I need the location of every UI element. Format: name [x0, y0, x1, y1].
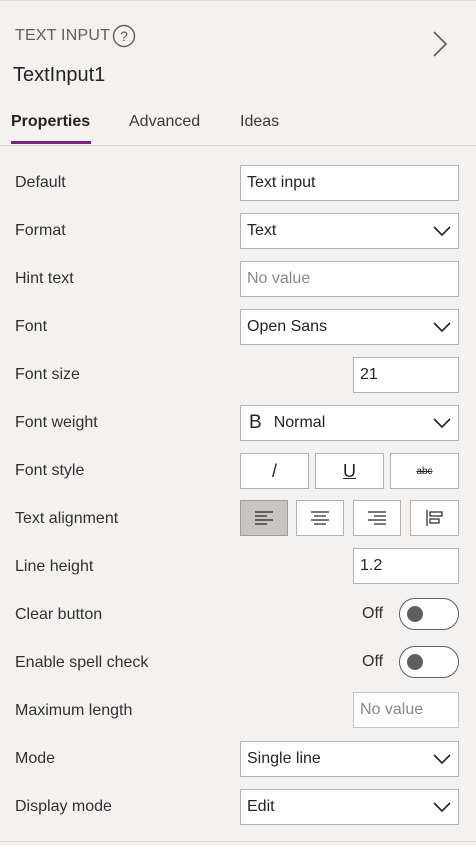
underline-button[interactable]: U: [315, 453, 384, 489]
chevron-down-icon: [433, 418, 451, 429]
mode-value: Single line: [247, 750, 321, 767]
control-type-label: TEXT INPUT: [15, 27, 111, 44]
font-weight-label: Font weight: [15, 414, 98, 431]
bold-glyph-icon: B: [249, 412, 262, 433]
tab-advanced[interactable]: Advanced: [129, 113, 200, 131]
chevron-down-icon: [433, 754, 451, 765]
max-length-input[interactable]: [360, 701, 458, 719]
align-justify-button[interactable]: [410, 500, 459, 536]
font-weight-value: Normal: [273, 414, 326, 431]
underline-icon: U: [343, 460, 356, 481]
hint-text-input[interactable]: [247, 270, 458, 288]
font-weight-dropdown[interactable]: B Normal: [240, 405, 459, 441]
line-height-value: 1.2: [360, 557, 383, 574]
mode-dropdown[interactable]: Single line: [240, 741, 459, 777]
strikethrough-button[interactable]: abc: [390, 453, 459, 489]
max-length-field[interactable]: [353, 692, 459, 728]
font-label: Font: [15, 318, 48, 335]
strikethrough-icon: abc: [416, 465, 433, 477]
align-center-button[interactable]: [296, 500, 344, 536]
format-dropdown[interactable]: Text: [240, 213, 459, 249]
default-input[interactable]: Text input: [240, 165, 459, 201]
mode-label: Mode: [15, 750, 56, 767]
spell-check-label: Enable spell check: [15, 654, 149, 671]
align-left-icon: [255, 511, 273, 525]
align-right-button[interactable]: [353, 500, 401, 536]
tabs-divider: [0, 145, 476, 146]
italic-button[interactable]: /: [240, 453, 309, 489]
clear-button-toggle[interactable]: [399, 598, 459, 630]
font-size-label: Font size: [15, 366, 80, 383]
clear-button-label: Clear button: [15, 606, 103, 623]
font-dropdown[interactable]: Open Sans: [240, 309, 459, 345]
top-border: [0, 0, 476, 1]
chevron-down-icon: [433, 802, 451, 813]
font-size-value: 21: [360, 366, 378, 383]
clear-button-state: Off: [362, 605, 384, 622]
default-label: Default: [15, 174, 66, 191]
text-alignment-label: Text alignment: [15, 510, 119, 527]
font-size-input[interactable]: 21: [353, 357, 459, 393]
spell-check-state: Off: [362, 653, 384, 670]
active-tab-indicator: [11, 141, 91, 144]
font-style-label: Font style: [15, 462, 85, 479]
font-value: Open Sans: [247, 318, 328, 335]
line-height-input[interactable]: 1.2: [353, 548, 459, 584]
tab-ideas[interactable]: Ideas: [240, 113, 279, 131]
toggle-knob: [407, 654, 423, 670]
hint-text-label: Hint text: [15, 270, 74, 287]
align-center-icon: [311, 511, 329, 525]
line-height-label: Line height: [15, 558, 94, 575]
format-label: Format: [15, 222, 66, 239]
toggle-knob: [407, 606, 423, 622]
hint-text-field[interactable]: [240, 261, 459, 297]
align-right-icon: [368, 511, 386, 525]
align-left-button[interactable]: [240, 500, 288, 536]
display-mode-label: Display mode: [15, 798, 112, 815]
italic-icon: /: [271, 460, 277, 481]
svg-text:?: ?: [120, 28, 128, 44]
default-value: Text input: [247, 174, 316, 191]
bottom-border: [0, 841, 476, 842]
max-length-label: Maximum length: [15, 702, 133, 719]
display-mode-value: Edit: [247, 798, 275, 815]
format-value: Text: [247, 222, 277, 239]
chevron-down-icon: [433, 322, 451, 333]
tab-properties[interactable]: Properties: [11, 113, 90, 131]
help-circle-icon[interactable]: ?: [112, 24, 136, 48]
spell-check-toggle[interactable]: [399, 646, 459, 678]
chevron-down-icon: [433, 226, 451, 237]
display-mode-dropdown[interactable]: Edit: [240, 789, 459, 825]
align-justify-icon: [425, 510, 443, 526]
chevron-right-icon[interactable]: [430, 30, 450, 58]
control-name: TextInput1: [13, 64, 106, 86]
